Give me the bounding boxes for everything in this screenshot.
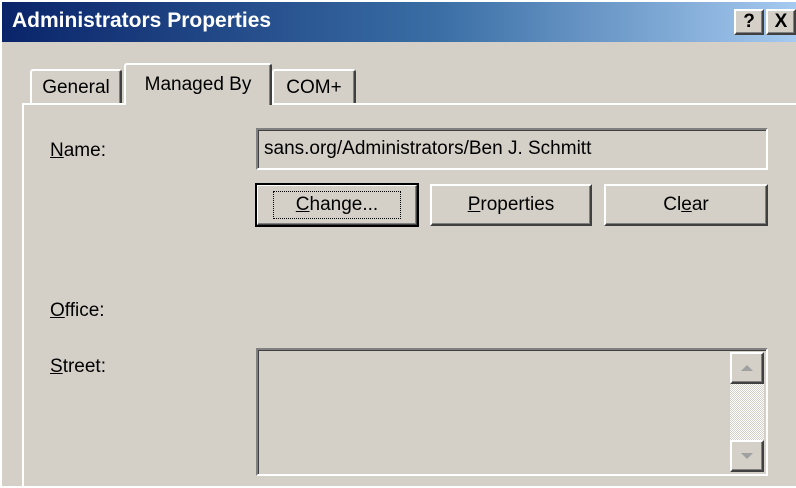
- properties-dialog: Administrators Properties ? X General Ma…: [0, 0, 796, 488]
- tab-com-plus[interactable]: COM+: [272, 69, 356, 105]
- tab-general-label: General: [42, 77, 110, 98]
- tab-managed-by[interactable]: Managed By: [124, 63, 272, 105]
- tab-com-plus-label: COM+: [286, 77, 342, 98]
- help-button[interactable]: ?: [734, 9, 764, 35]
- title-bar[interactable]: Administrators Properties ? X: [2, 2, 796, 42]
- help-icon: ?: [743, 11, 755, 32]
- close-icon: X: [774, 11, 788, 32]
- tab-panel-managed-by: [22, 103, 796, 488]
- window-title: Administrators Properties: [12, 9, 272, 32]
- tab-managed-by-label: Managed By: [144, 74, 252, 95]
- tab-general[interactable]: General: [30, 69, 122, 105]
- close-button[interactable]: X: [766, 9, 796, 35]
